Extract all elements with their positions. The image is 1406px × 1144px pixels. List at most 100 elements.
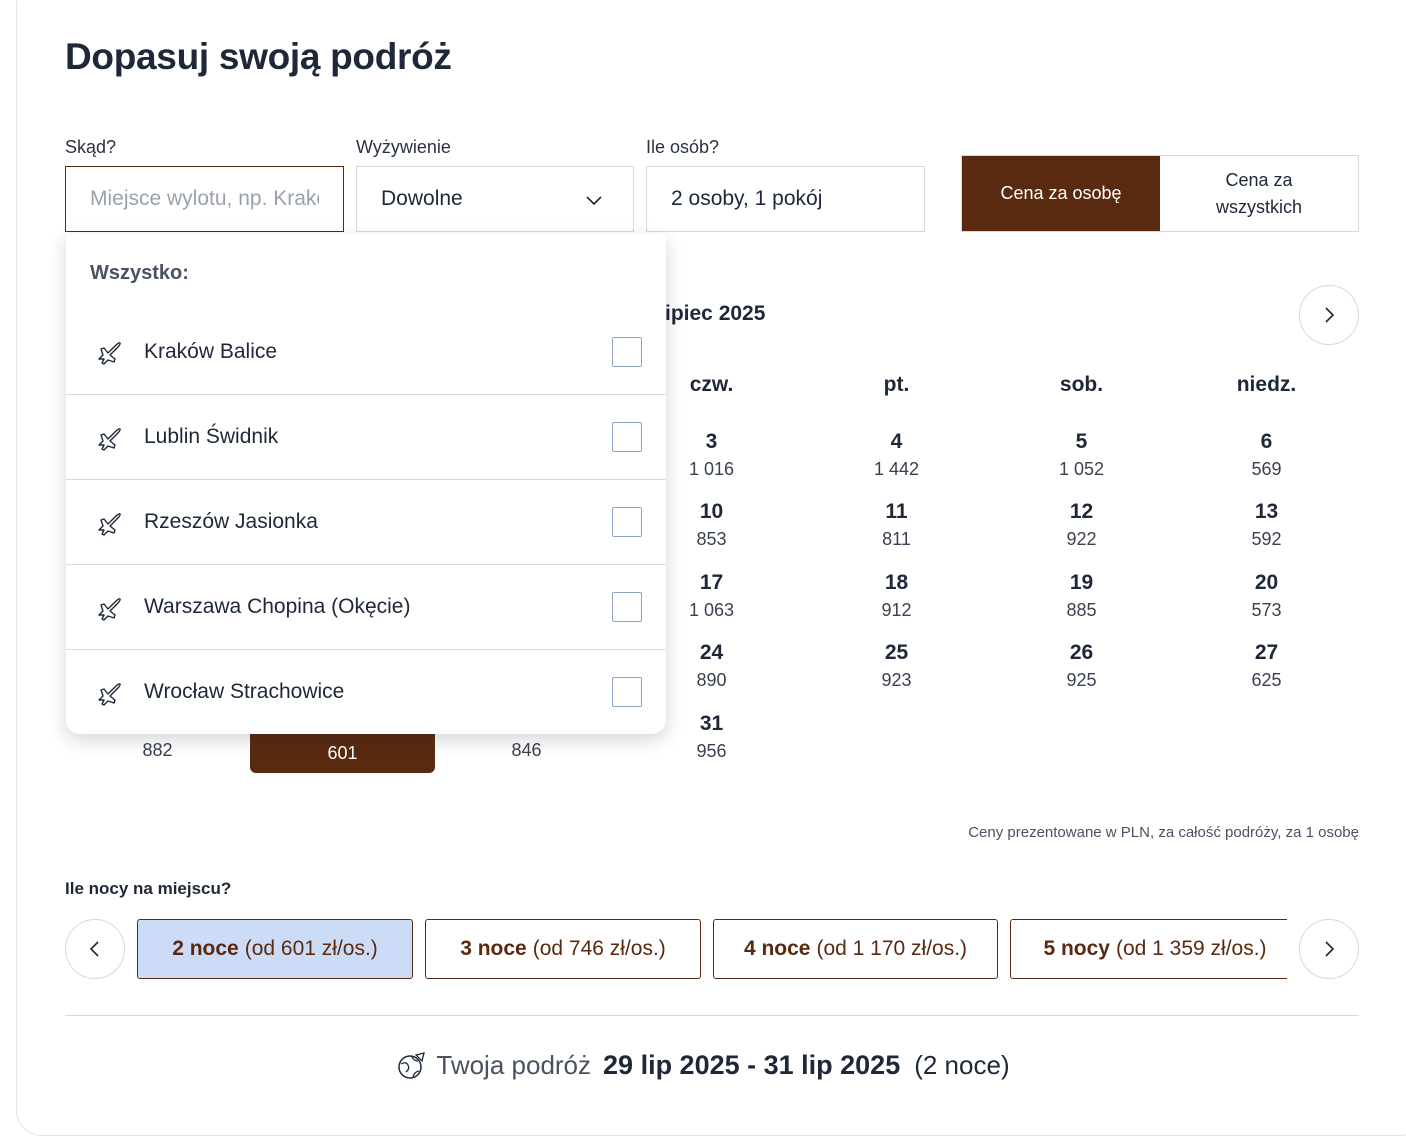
page-title: Dopasuj swoją podróż bbox=[65, 36, 452, 77]
board-select[interactable]: Dowolne bbox=[356, 166, 634, 232]
day-price: 925 bbox=[1066, 670, 1097, 690]
option-checkbox[interactable] bbox=[612, 677, 642, 707]
calendar-day[interactable]: 25 923 bbox=[804, 639, 989, 693]
day-price: 922 bbox=[1066, 529, 1097, 549]
selected-day-price[interactable]: 601 bbox=[250, 734, 435, 773]
day-number: 25 bbox=[884, 641, 909, 664]
option-checkbox[interactable] bbox=[612, 336, 642, 367]
day-price: 569 bbox=[1251, 459, 1282, 479]
option-label: Rzeszów Jasionka bbox=[144, 510, 318, 533]
option-label: Warszawa Chopina (Okęcie) bbox=[144, 595, 411, 618]
day-number: 26 bbox=[1069, 641, 1094, 664]
option-checkbox[interactable] bbox=[612, 592, 642, 622]
nights-option[interactable]: 5 nocy (od 1 359 zł/os.) bbox=[1010, 919, 1287, 979]
plane-icon bbox=[98, 428, 121, 451]
day-number: 12 bbox=[1069, 500, 1094, 523]
people-value: 2 osoby, 1 pokój bbox=[671, 187, 823, 210]
calendar-day[interactable]: 20 573 bbox=[1174, 569, 1359, 623]
day-price: 1 052 bbox=[1058, 459, 1105, 479]
day-price: 625 bbox=[1251, 670, 1282, 690]
option-label: Lublin Świdnik bbox=[144, 425, 279, 448]
day-number: 18 bbox=[884, 571, 909, 594]
nights-option[interactable]: 4 noce (od 1 170 zł/os.) bbox=[713, 919, 998, 979]
calendar-day[interactable]: 19 885 bbox=[989, 569, 1174, 623]
departure-option[interactable]: Warszawa Chopina (Okęcie) bbox=[66, 564, 666, 649]
nights-option[interactable]: 2 noce (od 601 zł/os.) bbox=[137, 919, 413, 979]
calendar-day[interactable]: 5 1 052 bbox=[989, 428, 1174, 482]
chevron-right-icon bbox=[1325, 307, 1335, 323]
nights-label: Ile nocy na miejscu? bbox=[65, 879, 232, 898]
board-label: Wyżywienie bbox=[356, 137, 451, 157]
plane-icon bbox=[98, 513, 121, 536]
option-checkbox[interactable] bbox=[612, 507, 642, 537]
plane-icon bbox=[98, 683, 121, 706]
calendar-day[interactable]: 4 1 442 bbox=[804, 428, 989, 482]
price-note: Ceny prezentowane w PLN, za całość podró… bbox=[968, 824, 1359, 841]
nights-strip: 2 noce (od 601 zł/os.) 3 noce (od 746 zł/o… bbox=[137, 919, 1287, 979]
board-value: Dowolne bbox=[381, 187, 463, 210]
calendar-day[interactable]: 13 592 bbox=[1174, 498, 1359, 552]
day-price: 573 bbox=[1251, 600, 1282, 620]
globe-plane-icon bbox=[398, 1051, 426, 1079]
nights-option[interactable]: 3 noce (od 746 zł/os.) bbox=[425, 919, 701, 979]
nights-next-button[interactable] bbox=[1299, 919, 1359, 979]
chevron-right-icon bbox=[1325, 941, 1335, 957]
weekday-sat: sob. bbox=[1059, 373, 1104, 396]
nights-price: (od 601 zł/os.) bbox=[244, 937, 378, 960]
day-number: 27 bbox=[1254, 641, 1279, 664]
from-field[interactable] bbox=[65, 166, 344, 232]
day-price: 956 bbox=[696, 741, 727, 761]
price-total-button[interactable]: Cena za wszystkich bbox=[1160, 156, 1358, 231]
nights-prev-button[interactable] bbox=[65, 919, 125, 979]
day-price: 923 bbox=[881, 670, 912, 690]
nights-price: (od 1 170 zł/os.) bbox=[816, 937, 968, 960]
departure-option[interactable]: Lublin Świdnik bbox=[66, 394, 666, 479]
day-number: 11 bbox=[885, 500, 908, 523]
divider bbox=[65, 1015, 1359, 1016]
nights-count: 4 noce bbox=[743, 937, 811, 960]
from-input[interactable] bbox=[90, 187, 319, 211]
trip-label: Twoja podróż bbox=[436, 1050, 592, 1080]
from-label: Skąd? bbox=[65, 137, 117, 157]
price-total-label-2: wszystkich bbox=[1215, 196, 1302, 217]
plane-icon bbox=[98, 342, 121, 365]
day-price: 592 bbox=[1251, 529, 1282, 549]
dropdown-header: Wszystko: bbox=[90, 262, 189, 284]
option-checkbox[interactable] bbox=[612, 422, 642, 452]
nights-count: 2 noce bbox=[172, 937, 239, 960]
day-price[interactable]: 882 bbox=[65, 740, 250, 761]
calendar-day[interactable]: 27 625 bbox=[1174, 639, 1359, 693]
day-price: 811 bbox=[882, 529, 911, 549]
day-price: 1 442 bbox=[873, 459, 920, 479]
option-label: Kraków Balice bbox=[144, 339, 278, 363]
calendar-day[interactable]: 6 569 bbox=[1174, 428, 1359, 482]
option-label: Wrocław Strachowice bbox=[144, 680, 345, 703]
day-number: 5 bbox=[1075, 430, 1088, 453]
day-number: 6 bbox=[1260, 430, 1273, 453]
day-price: 885 bbox=[1066, 600, 1097, 620]
calendar-day[interactable]: 26 925 bbox=[989, 639, 1174, 693]
calendar-day[interactable]: 18 912 bbox=[804, 569, 989, 623]
day-number: 19 bbox=[1069, 571, 1094, 594]
departure-dropdown: Wszystko: Kraków Balice Lublin Świdnik R… bbox=[66, 234, 666, 734]
price-per-person-button[interactable]: Cena za osobę bbox=[962, 156, 1160, 231]
day-price: 912 bbox=[881, 600, 912, 620]
calendar-day[interactable]: 11 811 bbox=[804, 498, 989, 552]
departure-option[interactable]: Wrocław Strachowice bbox=[66, 649, 666, 734]
weekday-sun: niedz. bbox=[1236, 373, 1297, 396]
plane-icon bbox=[98, 598, 121, 621]
day-number: 13 bbox=[1254, 500, 1279, 523]
day-price[interactable]: 846 bbox=[434, 740, 619, 761]
trip-summary: Twoja podróż 29 lip 2025 - 31 lip 2025 (… bbox=[0, 1050, 1406, 1081]
trip-nights: (2 noce) bbox=[914, 1050, 1010, 1080]
people-field[interactable]: 2 osoby, 1 pokój bbox=[646, 166, 925, 232]
day-number: 4 bbox=[890, 430, 903, 453]
chevron-left-icon bbox=[89, 941, 99, 957]
departure-option[interactable]: Rzeszów Jasionka bbox=[66, 479, 666, 564]
calendar-day[interactable]: 12 922 bbox=[989, 498, 1174, 552]
price-mode-toggle: Cena za osobę Cena za wszystkich bbox=[961, 155, 1359, 232]
departure-option[interactable]: Kraków Balice bbox=[66, 309, 666, 394]
next-month-button[interactable] bbox=[1299, 285, 1359, 345]
nights-count: 3 noce bbox=[460, 937, 527, 960]
nights-price: (od 1 359 zł/os.) bbox=[1115, 937, 1267, 960]
